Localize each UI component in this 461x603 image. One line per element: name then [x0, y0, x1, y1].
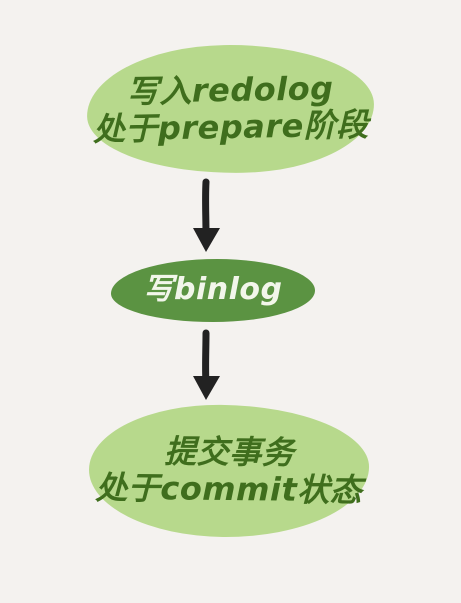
node-line: 提交事务	[163, 432, 295, 472]
diagram-canvas: 写入redolog 处于prepare阶段 写binlog 提交事务 处于com…	[0, 0, 461, 603]
node-line: 处于commit状态	[95, 468, 363, 510]
